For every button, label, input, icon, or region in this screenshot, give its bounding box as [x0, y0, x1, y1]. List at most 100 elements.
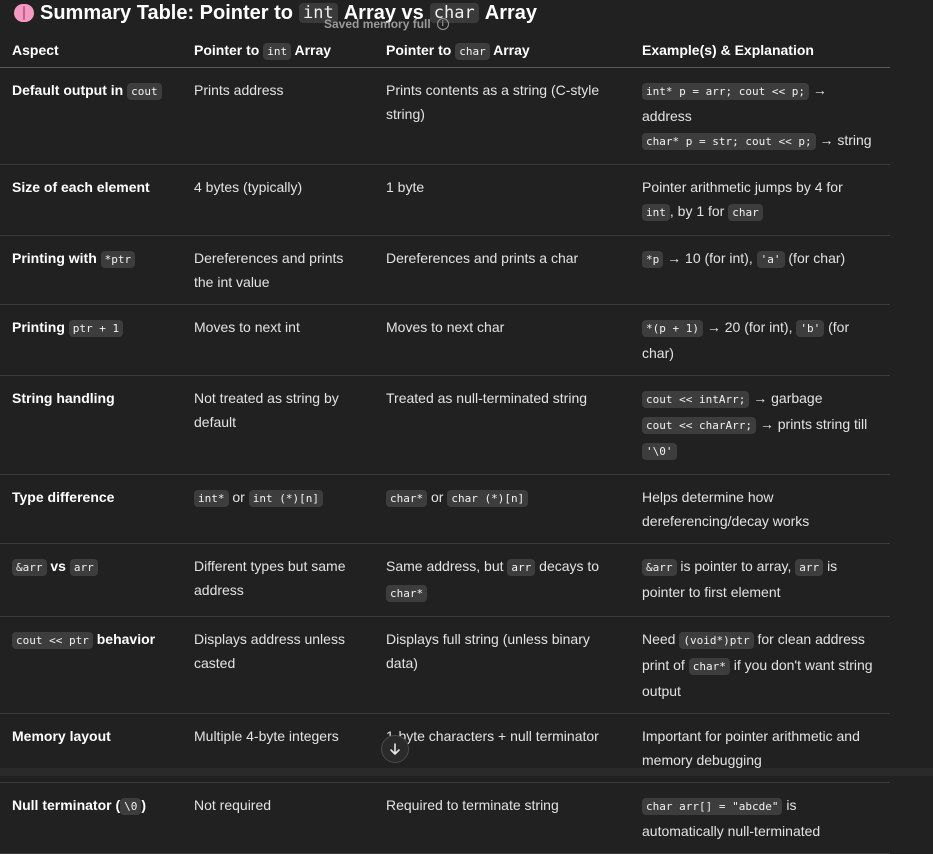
header-char-code: char: [455, 43, 490, 60]
header-char-array: Pointer to char Array: [374, 33, 630, 68]
example-cell: char arr[] = "abcde" is automatically nu…: [630, 782, 890, 854]
char-cell: char* or char (*)[n]: [374, 474, 630, 544]
page-title: Summary Table: Pointer to int Array vs c…: [14, 0, 537, 26]
table-row: Default output in cout Prints address Pr…: [0, 67, 890, 165]
example-text: → prints string till: [759, 416, 868, 432]
int-cell: Displays address unless casted: [182, 616, 374, 714]
arrow-down-icon: [390, 743, 400, 755]
aspect-text: behavior: [96, 631, 156, 647]
aspect-cell: Size of each element: [0, 164, 182, 236]
example-text: Pointer arithmetic jumps by 4 for: [642, 179, 843, 195]
aspect-text: ): [141, 797, 147, 813]
aspect-cell: &arr vs arr: [0, 543, 182, 617]
example-text: → garbage: [753, 390, 823, 406]
aspect-code: cout << ptr: [12, 632, 93, 649]
int-cell: Prints address: [182, 67, 374, 165]
char-code: char*: [386, 490, 428, 507]
example-text: → 20 (for int),: [706, 319, 793, 335]
aspect-text: vs: [50, 558, 66, 574]
example-code: int* p = arr; cout << p;: [642, 83, 809, 100]
example-code: '\0': [642, 443, 677, 460]
aspect-text: Default output in: [12, 82, 124, 98]
header-aspect: Aspect: [0, 33, 182, 68]
table-row: Type difference int* or int (*)[n] char*…: [0, 474, 890, 544]
char-cell: Prints contents as a string (C-style str…: [374, 67, 630, 165]
table-row: Size of each element 4 bytes (typically)…: [0, 164, 890, 236]
example-code: char*: [688, 658, 730, 675]
aspect-code: cout: [127, 83, 162, 100]
char-code: char*: [386, 585, 428, 602]
title-text-post: Array: [484, 1, 538, 24]
example-code: char* p = str; cout << p;: [642, 133, 816, 150]
char-cell: 1 byte: [374, 164, 630, 236]
int-cell: Not required: [182, 782, 374, 854]
header-char-post: Array: [493, 42, 530, 58]
header-int-pre: Pointer to: [194, 42, 260, 58]
example-code: int: [642, 204, 670, 221]
example-text: (for char): [788, 250, 846, 266]
char-cell: Same address, but arr decays to char*: [374, 543, 630, 617]
aspect-cell: Default output in cout: [0, 67, 182, 165]
example-text: → string: [819, 132, 872, 148]
example-code: cout << intArr;: [642, 391, 750, 408]
header-aspect-label: Aspect: [12, 42, 59, 58]
example-code: arr: [795, 559, 824, 576]
aspect-code: ptr + 1: [68, 320, 124, 337]
example-code: cout << charArr;: [642, 417, 756, 434]
char-cell: Treated as null-terminated string: [374, 375, 630, 475]
example-code: *(p + 1): [642, 320, 703, 337]
summary-table: Aspect Pointer to int Array Pointer to c…: [0, 33, 890, 854]
header-int-array: Pointer to int Array: [182, 33, 374, 68]
int-cell: Dereferences and prints the int value: [182, 235, 374, 305]
aspect-text: Printing with: [12, 250, 97, 266]
int-cell: int* or int (*)[n]: [182, 474, 374, 544]
aspect-code: *ptr: [100, 251, 136, 268]
example-cell: cout << intArr; → garbage cout << charArr…: [630, 375, 890, 475]
int-cell: Moves to next int: [182, 304, 374, 376]
aspect-text: Printing: [12, 319, 65, 335]
header-int-code: int: [263, 43, 292, 60]
table-header-row: Aspect Pointer to int Array Pointer to c…: [0, 33, 890, 68]
aspect-text: Null terminator (: [12, 797, 121, 813]
aspect-cell: Printing with *ptr: [0, 235, 182, 305]
scroll-to-bottom-button[interactable]: [381, 735, 409, 763]
int-cell: Different types but same address: [182, 543, 374, 617]
or-text: or: [232, 489, 245, 505]
example-text: is pointer to array,: [680, 558, 792, 574]
table-row: Printing with *ptr Dereferences and prin…: [0, 235, 890, 305]
char-cell: Dereferences and prints a char: [374, 235, 630, 305]
aspect-cell: Null terminator (\0): [0, 782, 182, 854]
header-example: Example(s) & Explanation: [630, 33, 890, 68]
example-cell: *(p + 1) → 20 (for int), 'b' (for char): [630, 304, 890, 376]
table-row: Printing ptr + 1 Moves to next int Moves…: [0, 304, 890, 376]
int-code: int*: [194, 490, 229, 507]
example-cell: &arr is pointer to array, arr is pointer…: [630, 543, 890, 617]
example-code: *p: [642, 251, 664, 268]
int-cell: 4 bytes (typically): [182, 164, 374, 236]
saved-memory-toast[interactable]: Saved memory full i: [324, 16, 449, 32]
char-text: decays to: [539, 558, 600, 574]
char-code: char (*)[n]: [447, 490, 529, 507]
aspect-code: arr: [69, 559, 98, 576]
example-code: 'a': [756, 251, 785, 268]
info-icon[interactable]: i: [436, 18, 449, 30]
table-row: cout << ptr behavior Displays address un…: [0, 616, 890, 714]
example-cell: int* p = arr; cout << p; → address char* …: [630, 67, 890, 165]
table-row: String handling Not treated as string by…: [0, 375, 890, 475]
example-cell: *p → 10 (for int), 'a' (for char): [630, 235, 890, 305]
header-int-post: Array: [294, 42, 332, 58]
header-char-pre: Pointer to: [386, 42, 452, 58]
int-cell: Not treated as string by default: [182, 375, 374, 475]
example-code: char arr[] = "abcde": [642, 798, 783, 815]
example-code: &arr: [642, 559, 677, 576]
char-code: arr: [507, 559, 536, 576]
int-code: int (*)[n]: [248, 490, 323, 507]
example-cell: Helps determine how dereferencing/decay …: [630, 474, 890, 544]
example-code: 'b': [796, 320, 825, 337]
aspect-code: \0: [120, 798, 142, 815]
example-code: char: [728, 204, 763, 221]
char-cell: Moves to next char: [374, 304, 630, 376]
char-cell: Required to terminate string: [374, 782, 630, 854]
table-row: Null terminator (\0) Not required Requir…: [0, 782, 890, 854]
toast-text: Saved memory full: [324, 17, 431, 31]
